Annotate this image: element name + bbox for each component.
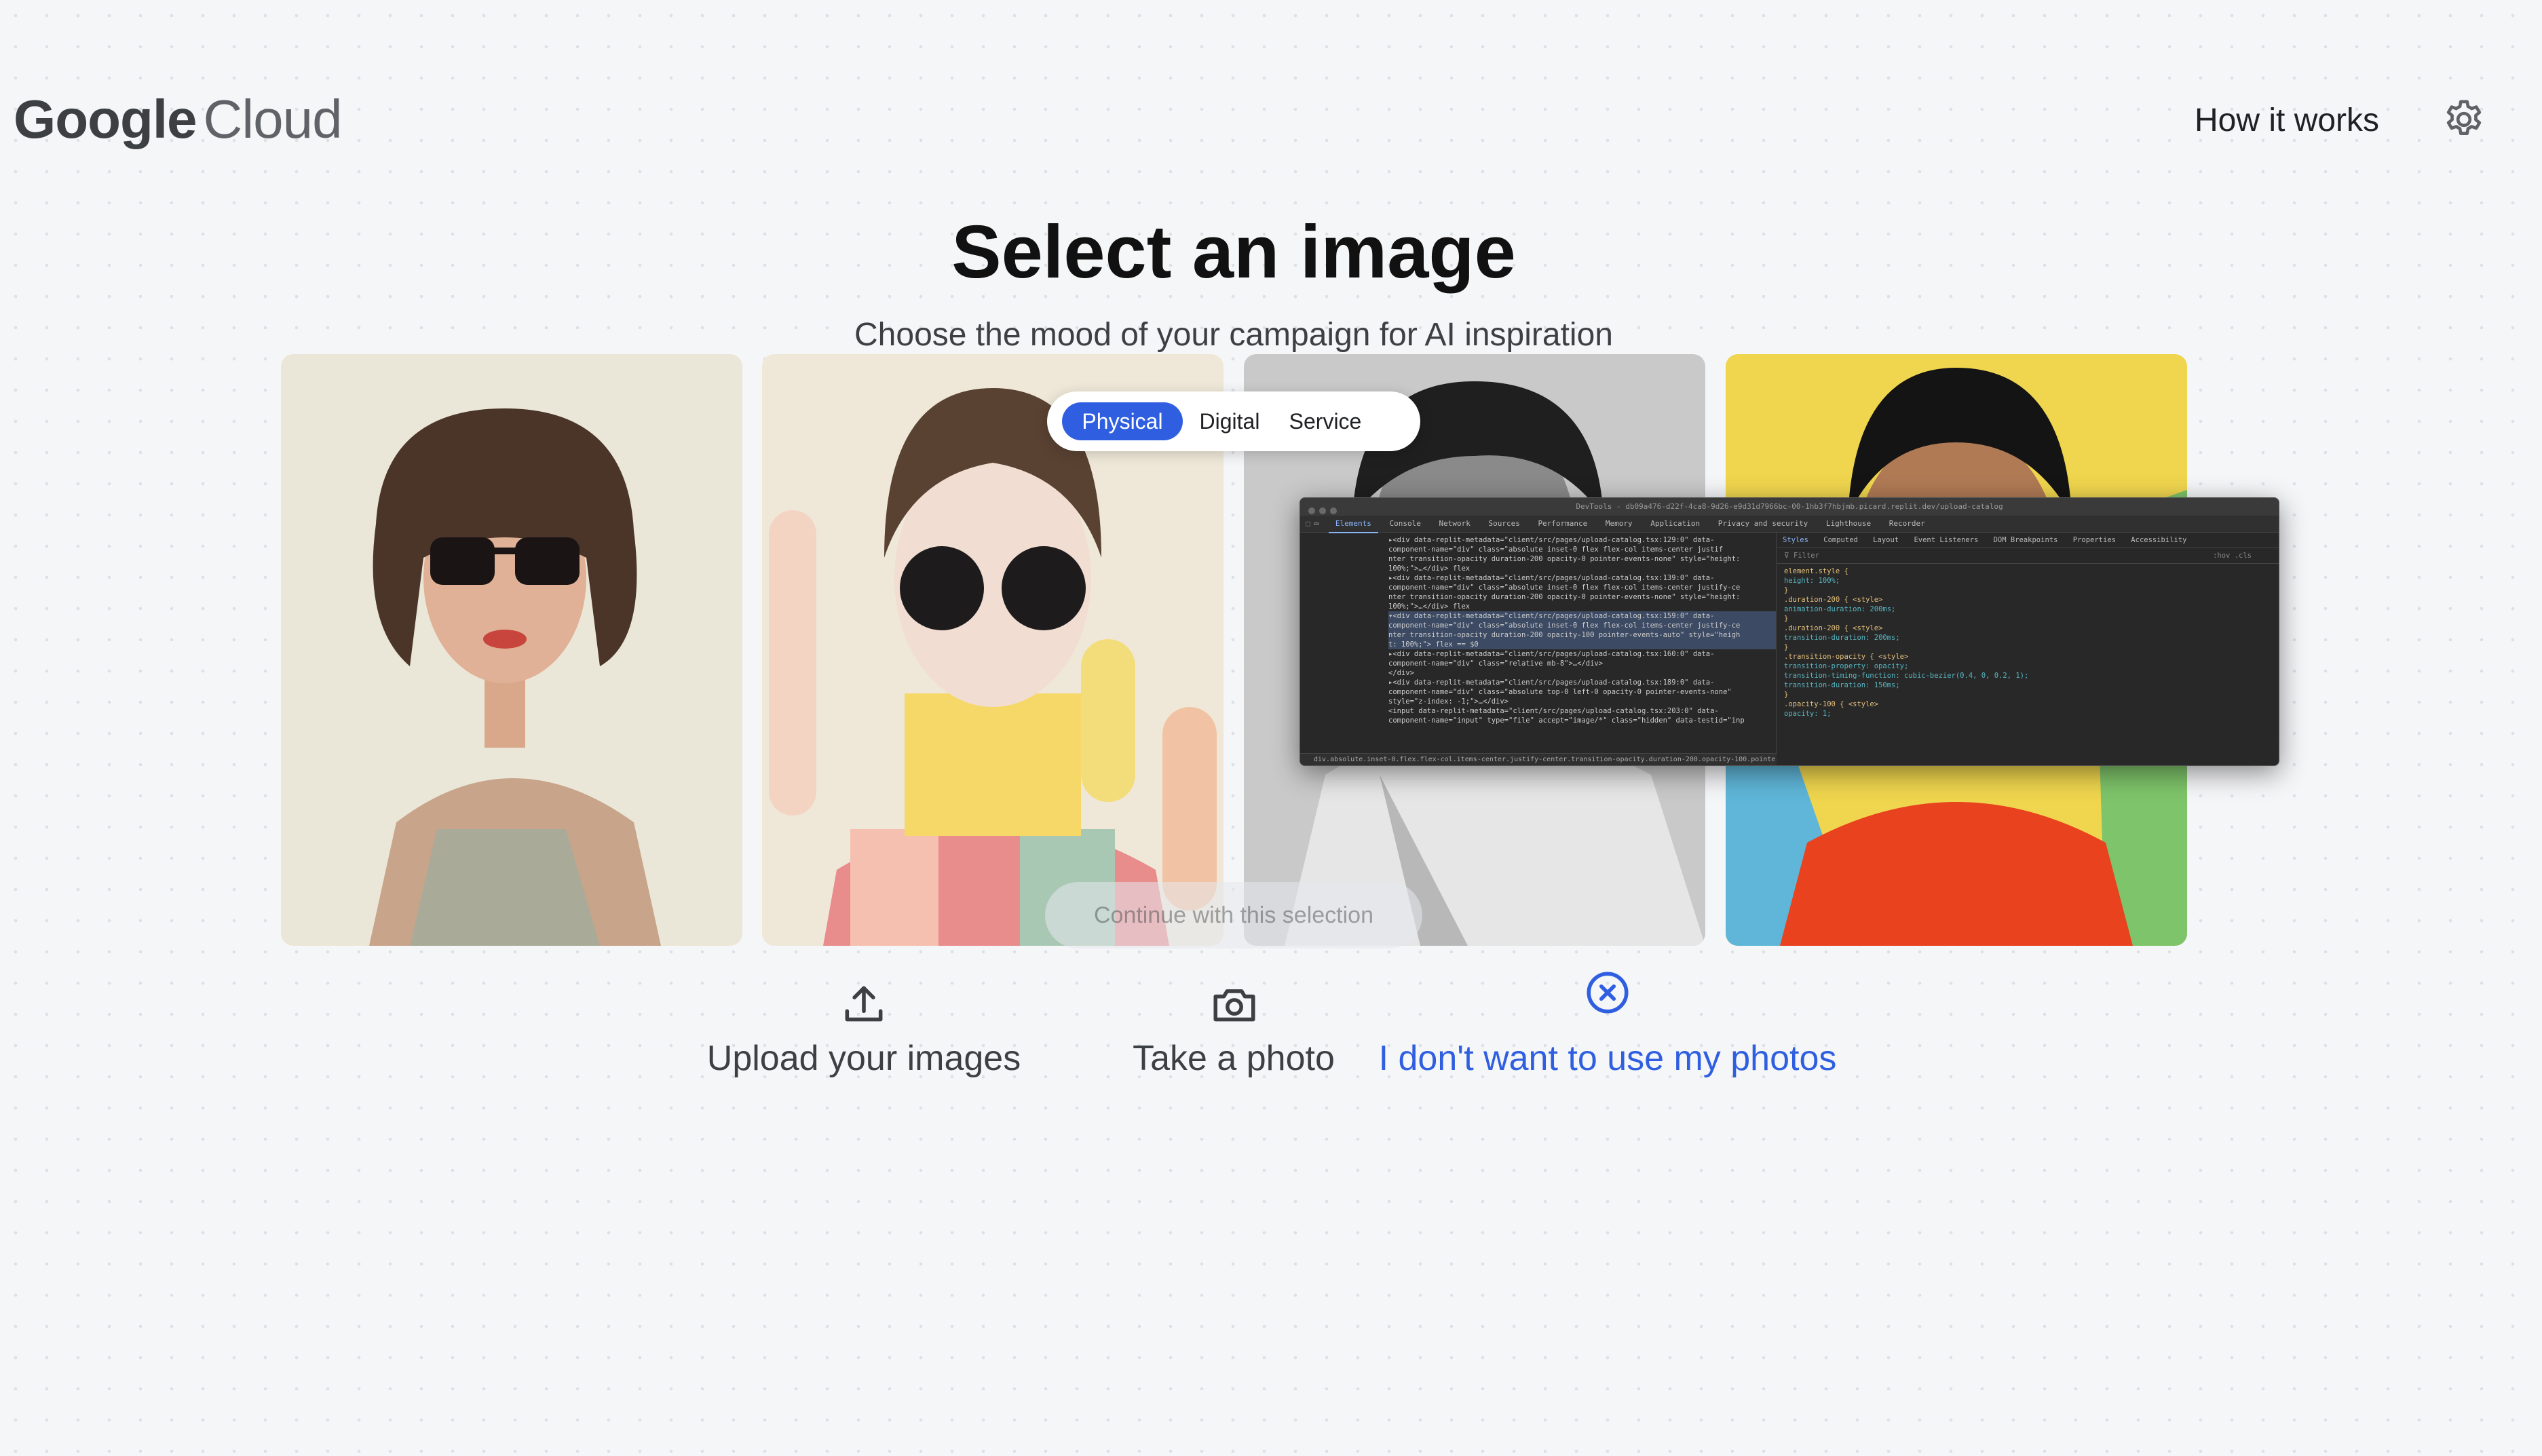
style-rule-line[interactable]: } (1784, 614, 2272, 624)
subtab-computed[interactable]: Computed (1818, 533, 1863, 548)
filter-icon: ⊽ (1784, 552, 1794, 560)
dom-node-line[interactable]: ▸<div data-replit-metadata="client/src/p… (1388, 535, 1776, 545)
window-controls[interactable] (1308, 503, 1341, 521)
devtools-titlebar[interactable]: DevTools - db09a476-d22f-4ca8-9d26-e9d31… (1300, 498, 2279, 516)
tab-application[interactable]: Application (1644, 516, 1707, 532)
dom-node-line[interactable]: component-name="input" type="file" accep… (1388, 716, 1776, 725)
style-rule-line[interactable]: } (1784, 586, 2272, 595)
tab-lighthouse[interactable]: Lighthouse (1819, 516, 1878, 532)
style-rule-line[interactable]: .duration-200 { <style> (1784, 595, 2272, 605)
devtools-window[interactable]: DevTools - db09a476-d22f-4ca8-9d26-e9d31… (1300, 497, 2279, 766)
dom-node-line[interactable]: <input data-replit-metadata="client/src/… (1388, 706, 1776, 716)
filter-flags[interactable]: :hov .cls (2213, 548, 2252, 563)
tab-network[interactable]: Network (1432, 516, 1477, 532)
style-rule-line[interactable]: } (1784, 690, 2272, 700)
google-cloud-logo[interactable]: Google Cloud (14, 88, 343, 151)
devtools-title: DevTools - db09a476-d22f-4ca8-9d26-e9d31… (1576, 502, 2003, 511)
image-woman-bob-sunglasses (281, 354, 742, 946)
style-rule-line[interactable]: transition-duration: 200ms; (1784, 633, 2272, 643)
dom-node-line[interactable]: component-name="div" class="relative mb-… (1388, 659, 1776, 668)
style-rule-line[interactable]: opacity: 1; (1784, 709, 2272, 719)
subtab-styles[interactable]: Styles (1777, 533, 1814, 548)
dom-node-line[interactable]: component-name="div" class="absolute ins… (1388, 545, 1776, 554)
dom-node-line[interactable]: nter transition-opacity duration-200 opa… (1388, 630, 1776, 640)
dom-node-line[interactable]: ▾<div data-replit-metadata="client/src/p… (1388, 611, 1776, 621)
dom-node-line[interactable]: nter transition-opacity duration-200 opa… (1388, 554, 1776, 564)
style-rule-line[interactable]: height: 100%; (1784, 576, 2272, 586)
page-title: Select an image (951, 210, 1516, 294)
continue-button[interactable]: Continue with this selection (1045, 882, 1422, 949)
gear-icon[interactable] (2442, 97, 2486, 142)
category-toggle: Physical Digital Service (1047, 391, 1420, 451)
style-rule-line[interactable]: transition-timing-function: cubic-bezier… (1784, 671, 2272, 681)
dom-node-line[interactable]: component-name="div" class="absolute ins… (1388, 621, 1776, 630)
subtab-properties[interactable]: Properties (2068, 533, 2121, 548)
image-card-1[interactable] (281, 354, 742, 946)
devtools-breadcrumb[interactable]: div.absolute.inset-0.flex.flex-col.items… (1300, 753, 1777, 765)
filter-placeholder: Filter (1794, 552, 1819, 560)
subtab-accessibility[interactable]: Accessibility (2125, 533, 2192, 548)
tab-sources[interactable]: Sources (1481, 516, 1526, 532)
upload-icon[interactable] (839, 980, 889, 1033)
styles-panel: Styles Computed Layout Event Listeners D… (1777, 533, 2279, 765)
subtab-layout[interactable]: Layout (1867, 533, 1904, 548)
style-rule-line[interactable]: .duration-200 { <style> (1784, 624, 2272, 633)
toggle-service[interactable]: Service (1274, 402, 1376, 440)
elements-panel[interactable]: ▸<div data-replit-metadata="client/src/p… (1300, 533, 1777, 765)
skip-photos-link[interactable]: I don't want to use my photos (1361, 1038, 1854, 1079)
style-rules[interactable]: element.style { height: 100%;} .duration-… (1777, 564, 2279, 721)
toggle-digital[interactable]: Digital (1190, 402, 1270, 440)
dom-node-line[interactable]: ▸<div data-replit-metadata="client/src/p… (1388, 649, 1776, 659)
tab-recorder[interactable]: Recorder (1882, 516, 1932, 532)
logo-cloud-text: Cloud (203, 89, 343, 149)
dom-node-line[interactable]: t: 100%;"> flex == $0 (1388, 640, 1776, 649)
toggle-physical[interactable]: Physical (1062, 402, 1183, 440)
dom-node-line[interactable]: 100%;">…</div> flex (1388, 564, 1776, 573)
close-circle-icon[interactable] (1582, 968, 1633, 1021)
subtab-event-listeners[interactable]: Event Listeners (1908, 533, 1984, 548)
subtab-dom-breakpoints[interactable]: DOM Breakpoints (1988, 533, 2064, 548)
dom-node-line[interactable]: ▸<div data-replit-metadata="client/src/p… (1388, 678, 1776, 687)
styles-subtabs: Styles Computed Layout Event Listeners D… (1777, 533, 2279, 548)
dom-node-line[interactable]: component-name="div" class="absolute ins… (1388, 583, 1776, 592)
upload-images-button[interactable]: Upload your images (691, 1038, 1037, 1079)
tab-memory[interactable]: Memory (1599, 516, 1639, 532)
dom-node-line[interactable]: 100%;">…</div> flex (1388, 602, 1776, 611)
styles-filter-input[interactable]: ⊽ Filter :hov .cls (1777, 548, 2279, 564)
page-subtitle: Choose the mood of your campaign for AI … (854, 317, 1613, 353)
dom-node-line[interactable]: nter transition-opacity duration-200 opa… (1388, 592, 1776, 602)
style-rule-line[interactable]: transition-duration: 150ms; (1784, 681, 2272, 690)
devtools-tabs: ⬚ ▭ Elements Console Network Sources Perf… (1300, 516, 2279, 533)
tab-privacy-security[interactable]: Privacy and security (1711, 516, 1815, 532)
take-photo-button[interactable]: Take a photo (1113, 1038, 1354, 1079)
dom-node-line[interactable]: ▸<div data-replit-metadata="client/src/p… (1388, 573, 1776, 583)
dom-node-line[interactable]: </div> (1388, 668, 1776, 678)
style-rule-line[interactable]: } (1784, 643, 2272, 652)
tab-performance[interactable]: Performance (1531, 516, 1594, 532)
how-it-works-link[interactable]: How it works (2195, 102, 2379, 139)
style-rule-line[interactable]: transition-property: opacity; (1784, 662, 2272, 671)
logo-google-text: Google (14, 89, 197, 149)
style-rule-line[interactable]: .opacity-100 { <style> (1784, 700, 2272, 709)
style-rule-line[interactable]: animation-duration: 200ms; (1784, 605, 2272, 614)
style-rule-line[interactable]: element.style { (1784, 567, 2272, 576)
tab-console[interactable]: Console (1382, 516, 1427, 532)
dom-node-line[interactable]: component-name="div" class="absolute top… (1388, 687, 1776, 697)
dom-node-line[interactable]: style="z-index: -1;">…</div> (1388, 697, 1776, 706)
style-rule-line[interactable]: .transition-opacity { <style> (1784, 652, 2272, 662)
camera-icon[interactable] (1209, 980, 1259, 1033)
